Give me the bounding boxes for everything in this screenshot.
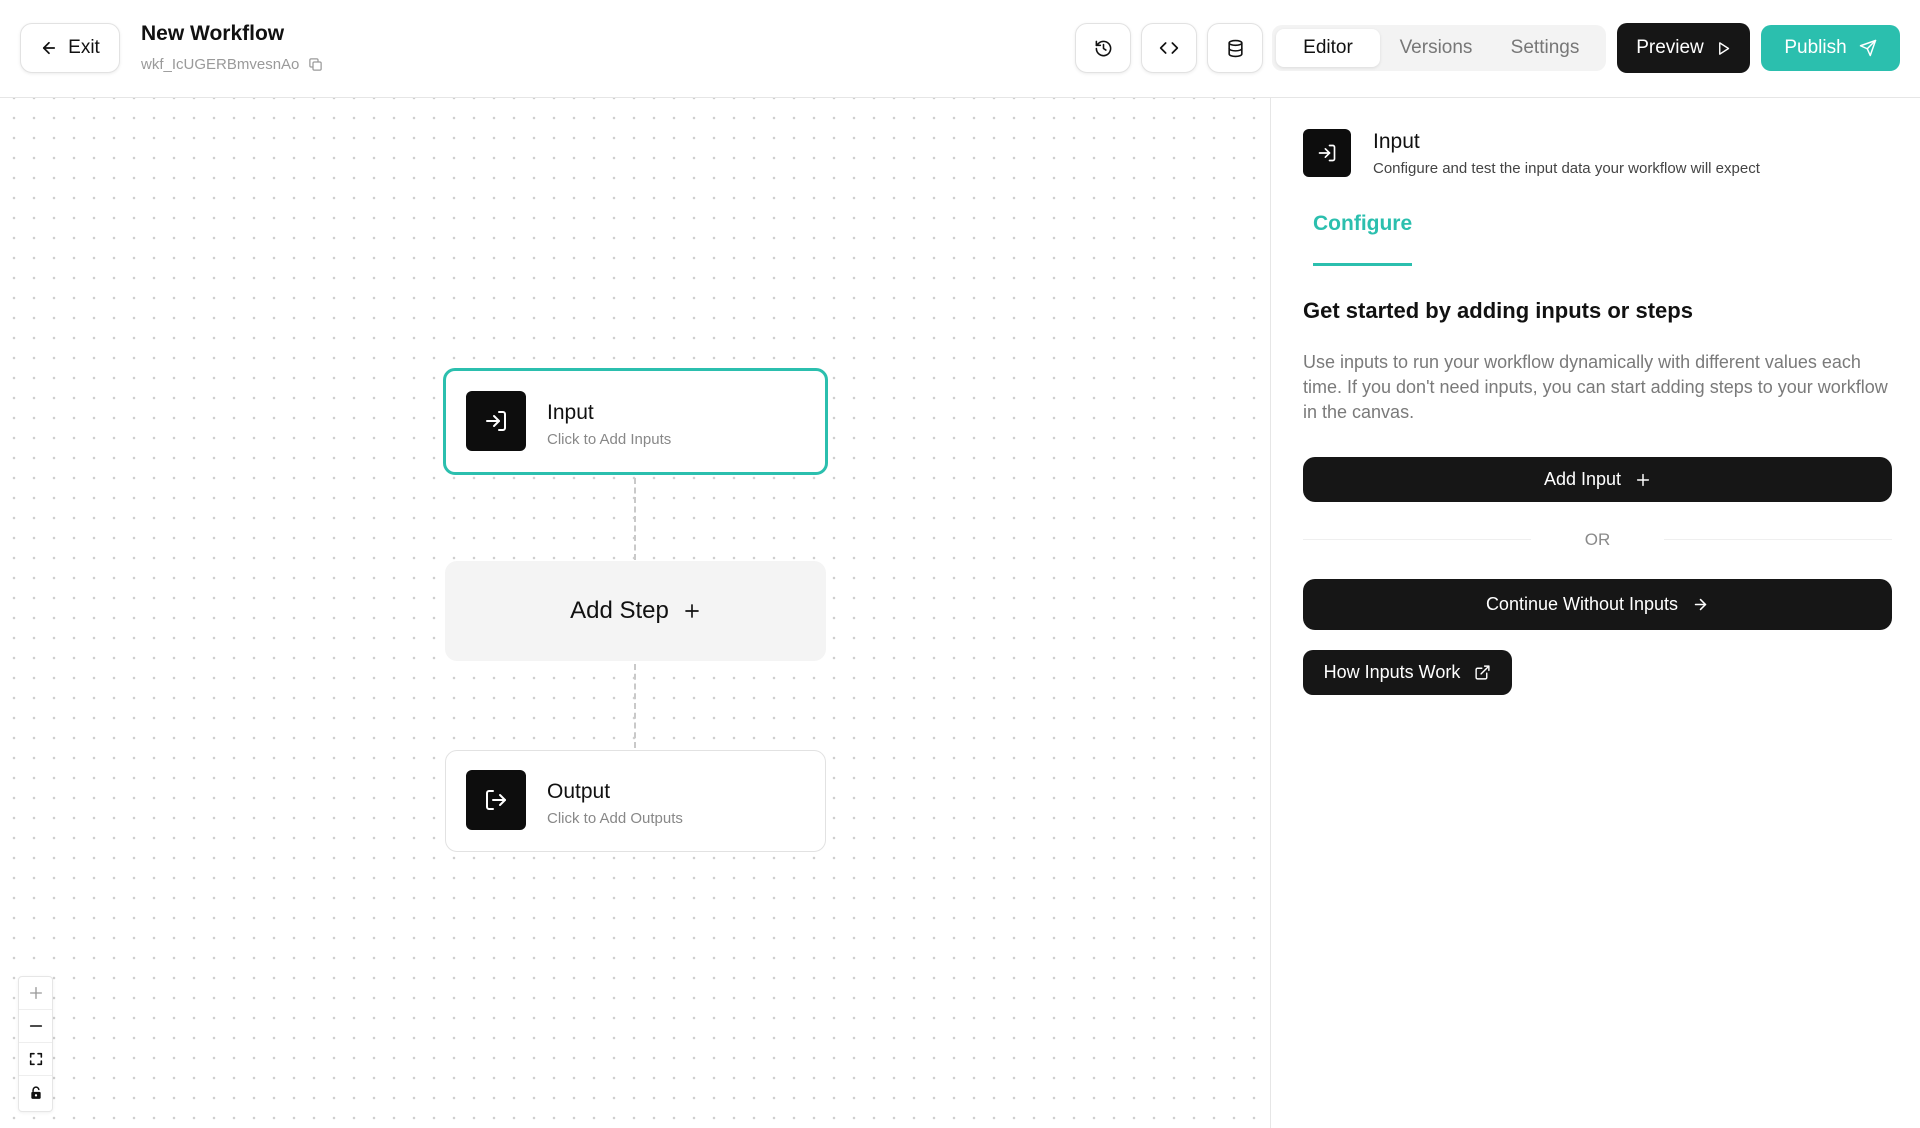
add-input-label: Add Input: [1543, 469, 1622, 489]
fit-view-button[interactable]: [19, 1043, 52, 1076]
send-icon: [1859, 39, 1877, 57]
preview-button[interactable]: Preview: [1617, 23, 1750, 73]
zoom-out-button[interactable]: [19, 1010, 52, 1043]
exit-button[interactable]: Exit: [20, 23, 120, 73]
or-divider: OR: [1303, 528, 1892, 552]
sign-in-icon: [1303, 129, 1351, 177]
external-link-icon: [1474, 664, 1491, 681]
exit-label: Exit: [68, 37, 100, 58]
config-panel: Input Configure and test the input data …: [1270, 98, 1920, 1128]
input-node[interactable]: Input Click to Add Inputs: [443, 368, 828, 475]
workflow-id: wkf_IcUGERBmvesnAo: [141, 56, 300, 73]
fit-view-icon: [28, 1051, 44, 1067]
divider-line: [1303, 539, 1531, 540]
top-bar: Exit New Workflow wkf_IcUGERBmvesnAo Edi…: [0, 0, 1920, 98]
plus-icon: [683, 602, 701, 620]
output-node-text: Output Click to Add Outputs: [547, 780, 683, 827]
history-icon: [1094, 39, 1113, 58]
output-node-subtitle: Click to Add Outputs: [547, 810, 683, 827]
panel-subtitle: Configure and test the input data your w…: [1373, 160, 1760, 177]
copy-icon[interactable]: [308, 57, 323, 72]
database-button[interactable]: [1207, 23, 1263, 73]
workflow-canvas[interactable]: Input Click to Add Inputs Add Step Outpu…: [0, 98, 1270, 1128]
sign-in-icon: [466, 391, 526, 451]
lock-icon: [29, 1085, 43, 1100]
play-icon: [1716, 41, 1731, 56]
add-step-button[interactable]: Add Step: [445, 561, 826, 661]
canvas-controls: [18, 976, 53, 1112]
lock-button[interactable]: [19, 1076, 52, 1109]
output-node[interactable]: Output Click to Add Outputs: [445, 750, 826, 852]
arrow-left-icon: [40, 39, 58, 57]
tab-editor[interactable]: Editor: [1276, 29, 1380, 67]
add-step-label: Add Step: [570, 597, 669, 624]
continue-label: Continue Without Inputs: [1485, 594, 1679, 614]
plus-icon: [1635, 472, 1651, 488]
divider-line: [1664, 539, 1892, 540]
workflow-title: New Workflow: [141, 22, 285, 45]
zoom-out-icon: [28, 1018, 44, 1034]
code-button[interactable]: [1141, 23, 1197, 73]
preview-label: Preview: [1636, 37, 1704, 58]
database-icon: [1226, 39, 1245, 58]
add-input-button[interactable]: Add Input: [1303, 457, 1892, 502]
code-icon: [1159, 38, 1179, 58]
history-button[interactable]: [1075, 23, 1131, 73]
workflow-id-row: wkf_IcUGERBmvesnAo: [141, 56, 323, 73]
continue-without-inputs-button[interactable]: Continue Without Inputs: [1303, 579, 1892, 630]
tab-versions[interactable]: Versions: [1380, 29, 1492, 67]
input-node-title: Input: [547, 401, 594, 424]
zoom-in-button[interactable]: [19, 977, 52, 1010]
tab-settings[interactable]: Settings: [1492, 29, 1598, 67]
tab-configure[interactable]: Configure: [1313, 212, 1413, 266]
view-tabs: Editor Versions Settings: [1272, 25, 1606, 71]
sign-out-icon: [466, 770, 526, 830]
output-node-title: Output: [547, 780, 611, 803]
how-inputs-label: How Inputs Work: [1323, 662, 1461, 682]
publish-button[interactable]: Publish: [1761, 25, 1900, 71]
connector-line: [634, 664, 636, 748]
publish-label: Publish: [1784, 37, 1847, 58]
how-inputs-work-button[interactable]: How Inputs Work: [1303, 650, 1512, 695]
connector-line: [634, 478, 636, 560]
or-label: OR: [1572, 530, 1623, 550]
input-node-text: Input Click to Add Inputs: [547, 401, 671, 448]
zoom-in-icon: [28, 985, 44, 1001]
panel-title: Input: [1373, 130, 1420, 153]
arrow-right-icon: [1692, 596, 1709, 613]
panel-heading: Get started by adding inputs or steps: [1303, 298, 1693, 323]
panel-description: Use inputs to run your workflow dynamica…: [1303, 352, 1888, 422]
input-node-subtitle: Click to Add Inputs: [547, 431, 672, 448]
